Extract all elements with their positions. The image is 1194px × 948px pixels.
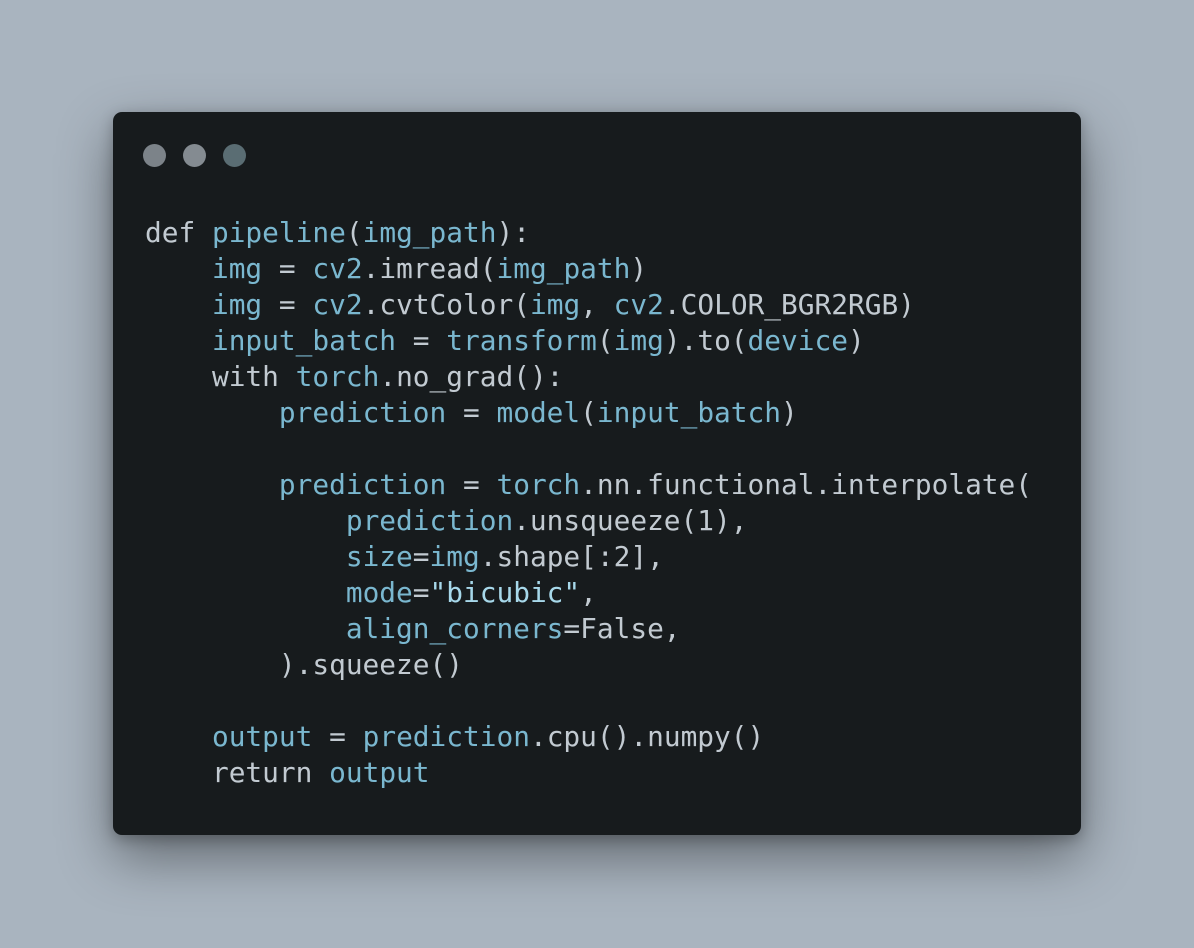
maximize-dot[interactable] bbox=[223, 144, 246, 167]
code-token: output bbox=[329, 756, 430, 789]
code-token: = bbox=[412, 540, 430, 573]
window-controls bbox=[143, 144, 246, 167]
code-token: img bbox=[429, 540, 480, 573]
close-dot[interactable] bbox=[143, 144, 166, 167]
code-token: "bicubic" bbox=[429, 576, 581, 609]
code-token: .cpu().numpy() bbox=[529, 720, 765, 753]
code-token: .COLOR_BGR2RGB) bbox=[663, 288, 915, 321]
code-token: ) bbox=[847, 324, 865, 357]
code-token: ( bbox=[580, 396, 597, 429]
code-token: cv2 bbox=[312, 288, 363, 321]
code-line: return output bbox=[145, 755, 1032, 791]
code-token: .imread( bbox=[362, 252, 497, 285]
code-token: =False, bbox=[563, 612, 681, 645]
code-token: with bbox=[211, 360, 296, 393]
code-token: pipeline bbox=[211, 216, 346, 249]
code-token: device bbox=[747, 324, 848, 357]
code-line: input_batch = transform(img).to(device) bbox=[145, 323, 1032, 359]
code-token: .nn.functional.interpolate( bbox=[580, 468, 1033, 501]
code-token: align_corners bbox=[345, 612, 564, 645]
code-token: prediction bbox=[362, 720, 530, 753]
code-token: .no_grad(): bbox=[379, 360, 564, 393]
code-line: prediction.unsqueeze(1), bbox=[145, 503, 1032, 539]
code-window: def pipeline(img_path): img = cv2.imread… bbox=[113, 112, 1081, 835]
code-token: = bbox=[446, 468, 497, 501]
code-token: input_batch bbox=[211, 324, 397, 357]
code-token: = bbox=[262, 252, 313, 285]
code-token: = bbox=[446, 396, 497, 429]
minimize-dot[interactable] bbox=[183, 144, 206, 167]
code-block: def pipeline(img_path): img = cv2.imread… bbox=[145, 215, 1032, 791]
code-token: model bbox=[496, 396, 581, 429]
code-line: size=img.shape[:2], bbox=[145, 539, 1032, 575]
code-token: input_batch bbox=[596, 396, 781, 429]
code-token: return bbox=[211, 756, 330, 789]
code-token: .shape[:2], bbox=[479, 540, 664, 573]
code-line: align_corners=False, bbox=[145, 611, 1032, 647]
code-line: prediction = model(input_batch) bbox=[145, 395, 1032, 431]
code-token: img_path bbox=[362, 216, 497, 249]
code-line: prediction = torch.nn.functional.interpo… bbox=[145, 467, 1032, 503]
code-token: ).to( bbox=[663, 324, 748, 357]
code-token: , bbox=[580, 288, 614, 321]
code-token: .unsqueeze(1), bbox=[513, 504, 748, 537]
code-token: , bbox=[580, 576, 597, 609]
code-line: with torch.no_grad(): bbox=[145, 359, 1032, 395]
code-token: ( bbox=[596, 324, 614, 357]
code-token: cv2 bbox=[312, 252, 363, 285]
code-line: def pipeline(img_path): bbox=[145, 215, 1032, 251]
code-token: ( bbox=[345, 216, 363, 249]
code-token: prediction bbox=[278, 468, 447, 501]
code-token: = bbox=[412, 576, 430, 609]
code-token: img bbox=[529, 288, 581, 321]
code-token: transform bbox=[446, 324, 597, 357]
code-line: img = cv2.cvtColor(img, cv2.COLOR_BGR2RG… bbox=[145, 287, 1032, 323]
code-token: img bbox=[613, 324, 664, 357]
code-token: img bbox=[211, 288, 263, 321]
code-token: prediction bbox=[345, 504, 514, 537]
code-token: ) bbox=[630, 252, 648, 285]
code-token: def bbox=[145, 216, 212, 249]
code-line: img = cv2.imread(img_path) bbox=[145, 251, 1032, 287]
code-token: = bbox=[262, 288, 313, 321]
code-token: = bbox=[396, 324, 447, 357]
code-token: img_path bbox=[496, 252, 631, 285]
code-token: prediction bbox=[278, 396, 447, 429]
code-token: torch bbox=[496, 468, 581, 501]
code-token: torch bbox=[295, 360, 380, 393]
code-token: ).squeeze() bbox=[145, 648, 463, 681]
code-line: mode="bicubic", bbox=[145, 575, 1032, 611]
code-token: = bbox=[312, 720, 363, 753]
code-token: img bbox=[211, 252, 263, 285]
code-token: size bbox=[345, 540, 413, 573]
code-token: mode bbox=[345, 576, 413, 609]
code-token: .cvtColor( bbox=[362, 288, 530, 321]
code-token: ) bbox=[781, 396, 798, 429]
code-line: ).squeeze() bbox=[145, 647, 1032, 683]
code-token: output bbox=[211, 720, 313, 753]
code-line: output = prediction.cpu().numpy() bbox=[145, 719, 1032, 755]
code-token: ): bbox=[496, 216, 530, 249]
code-token: cv2 bbox=[613, 288, 664, 321]
